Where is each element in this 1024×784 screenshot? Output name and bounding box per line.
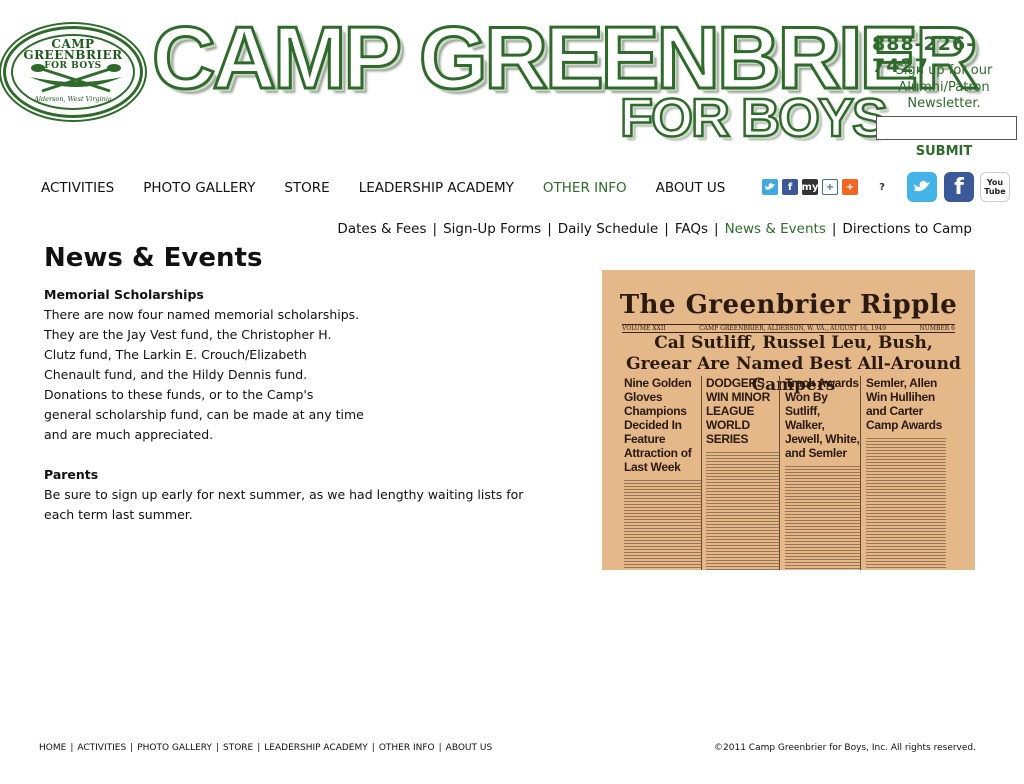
newspaper-column-text — [624, 480, 701, 570]
subnav-faqs[interactable]: FAQs — [675, 221, 708, 237]
newspaper-column: Nine Golden Gloves Champions Decided In … — [624, 376, 702, 570]
newsletter-submit-button[interactable]: SUBMIT — [912, 142, 976, 160]
nav-leadership-academy[interactable]: LEADERSHIP ACADEMY — [359, 180, 514, 196]
camp-logo[interactable]: CAMP GREENBRIER FOR BOYS Alderson, West … — [3, 26, 143, 118]
add-icon[interactable]: + — [822, 179, 838, 195]
main-nav: ACTIVITIES PHOTO GALLERY STORE LEADERSHI… — [41, 178, 754, 198]
footer-link-other-info[interactable]: OTHER INFO — [379, 743, 435, 753]
site-subtitle: FOR BOYS — [619, 88, 890, 148]
nav-other-info[interactable]: OTHER INFO — [543, 180, 627, 196]
section-heading-parents: Parents — [44, 467, 99, 482]
newspaper-column: DODGERS WIN MINOR LEAGUE WORLD SERIES — [704, 376, 780, 570]
page-title: News & Events — [44, 243, 263, 273]
footer-link-photo-gallery[interactable]: PHOTO GALLERY — [137, 743, 212, 753]
footer-link-activities[interactable]: ACTIVITIES — [77, 743, 126, 753]
news-content: Memorial Scholarships There are now four… — [44, 285, 534, 545]
newspaper-volume: VOLUME XXII — [622, 325, 666, 332]
subnav-separator: | — [547, 221, 552, 237]
newspaper-masthead: The Greenbrier Ripple — [619, 290, 958, 320]
subnav-news-events[interactable]: News & Events — [725, 221, 826, 237]
subnav-separator: | — [831, 221, 837, 237]
newspaper-column-text — [785, 466, 860, 570]
newsletter-email-input[interactable] — [876, 116, 1017, 140]
subnav-separator: | — [664, 221, 669, 237]
newspaper-column-text — [866, 438, 946, 570]
footer-separator: | — [130, 743, 134, 753]
canoe-paddles-icon — [30, 64, 122, 93]
newspaper-column-headline: Nine Golden Gloves Champions Decided In … — [624, 376, 692, 474]
newspaper-column-text — [706, 452, 779, 570]
nav-store[interactable]: STORE — [284, 180, 329, 196]
twitter-small-icon[interactable] — [762, 179, 778, 195]
section-heading-scholarships: Memorial Scholarships — [44, 287, 204, 302]
newspaper-column: Semler, Allen Win Hullihen and Carter Ca… — [864, 376, 946, 570]
logo-location: Alderson, West Virginia — [34, 95, 112, 103]
youtube-icon-label: You Tube — [984, 178, 1006, 196]
newspaper-column-headline: DODGERS WIN MINOR LEAGUE WORLD SERIES — [706, 376, 770, 446]
subnav-dates-fees[interactable]: Dates & Fees — [337, 221, 426, 237]
logo-line1: CAMP GREENBRIER — [23, 37, 123, 62]
footer-separator: | — [70, 743, 74, 753]
facebook-icon[interactable]: f — [944, 172, 974, 202]
footer-separator: | — [257, 743, 261, 753]
newspaper-column: Track Awards Won By Sutliff, Walker, Jew… — [783, 376, 861, 570]
footer-nav: HOME | ACTIVITIES | PHOTO GALLERY | STORE | LEAD… — [39, 743, 492, 753]
section-body-parents: Be sure to sign up early for next summer… — [44, 487, 524, 522]
youtube-icon[interactable]: You Tube — [980, 172, 1010, 202]
footer-link-home[interactable]: HOME — [39, 743, 66, 753]
myspace-icon[interactable]: my — [802, 179, 818, 195]
newsletter-prompt: Sign up for our Alumni/Patron Newsletter… — [895, 63, 993, 111]
help-icon[interactable]: ? — [874, 179, 890, 195]
facebook-small-icon[interactable]: f — [782, 179, 798, 195]
footer-link-leadership-academy[interactable]: LEADERSHIP ACADEMY — [264, 743, 367, 753]
nav-about-us[interactable]: ABOUT US — [656, 180, 726, 196]
nav-activities[interactable]: ACTIVITIES — [41, 180, 114, 196]
sub-nav: Dates & Fees | Sign-Up Forms | Daily Schedul… — [337, 221, 972, 237]
share-toolbar: f my + + ? — [762, 179, 890, 195]
newspaper-dateline-bar: VOLUME XXII CAMP GREENBRIER, ALDERSON, W… — [622, 324, 955, 333]
copyright: ©2011 Camp Greenbrier for Boys, Inc. All… — [714, 743, 976, 753]
subnav-directions[interactable]: Directions to Camp — [842, 221, 972, 237]
footer-separator: | — [438, 743, 442, 753]
footer-link-about-us[interactable]: ABOUT US — [446, 743, 493, 753]
subnav-separator: | — [432, 221, 438, 237]
addthis-icon[interactable]: + — [842, 179, 858, 195]
newspaper-dateline: CAMP GREENBRIER, ALDERSON, W. VA., AUGUS… — [699, 325, 887, 332]
newspaper-column-headline: Semler, Allen Win Hullihen and Carter Ca… — [866, 376, 943, 432]
newspaper-number: NUMBER 6 — [919, 325, 955, 332]
footer-separator: | — [371, 743, 375, 753]
footer-separator: | — [215, 743, 219, 753]
nav-photo-gallery[interactable]: PHOTO GALLERY — [143, 180, 255, 196]
subnav-daily-schedule[interactable]: Daily Schedule — [558, 221, 659, 237]
footer-link-store[interactable]: STORE — [223, 743, 253, 753]
section-body-scholarships: There are now four named memorial schola… — [44, 307, 364, 442]
twitter-icon[interactable] — [907, 172, 937, 202]
subnav-sign-up-forms[interactable]: Sign-Up Forms — [443, 221, 541, 237]
newspaper-image: The Greenbrier Ripple VOLUME XXII CAMP G… — [602, 270, 975, 570]
newspaper-column-headline: Track Awards Won By Sutliff, Walker, Jew… — [785, 376, 860, 460]
subnav-separator: | — [714, 221, 719, 237]
